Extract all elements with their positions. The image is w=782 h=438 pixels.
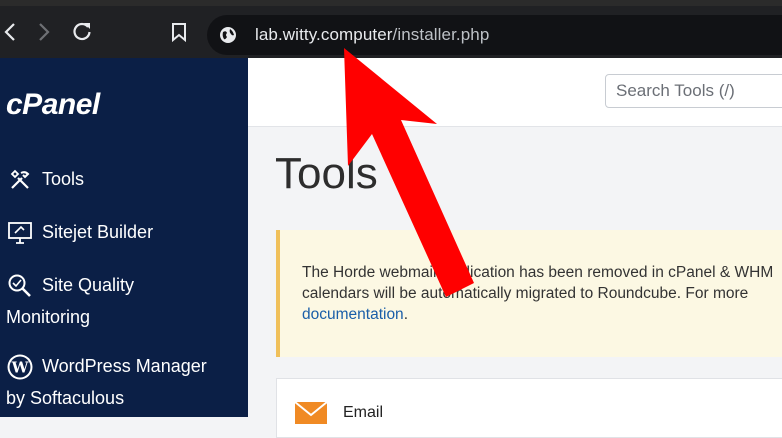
url-path: /installer.php	[392, 25, 490, 44]
sidebar: cPanel Tools Sitejet Builder Site Qualit…	[0, 58, 248, 417]
top-bar	[248, 58, 782, 127]
sidebar-item-label: Site Quality	[42, 275, 135, 295]
browser-toolbar: lab.witty.computer/installer.php	[0, 0, 782, 58]
notice-line-2: calendars will be automatically migrated…	[302, 285, 749, 302]
bookmark-button[interactable]	[167, 20, 191, 44]
site-quality-icon	[6, 272, 34, 300]
documentation-link[interactable]: documentation	[302, 306, 404, 323]
search-input[interactable]	[606, 75, 782, 107]
forward-arrow-icon	[39, 23, 50, 41]
notice-period: .	[403, 306, 408, 323]
url-host: lab.witty.computer	[255, 25, 393, 44]
address-bar[interactable]: lab.witty.computer/installer.php	[207, 15, 782, 55]
url-text: lab.witty.computer/installer.php	[255, 25, 489, 45]
page-title: Tools	[275, 149, 378, 198]
notice-text: The Horde webmail application has been r…	[302, 262, 782, 325]
sidebar-item-label-line2: by Softaculous	[6, 388, 125, 408]
reload-button[interactable]	[70, 20, 94, 44]
email-section-title: Email	[343, 404, 384, 421]
sidebar-item-site-quality[interactable]: Site Quality Monitoring	[6, 272, 134, 327]
cpanel-logo[interactable]: cPanel	[6, 88, 100, 122]
sidebar-item-wordpress[interactable]: W WordPress Manager by Softaculous	[6, 353, 207, 408]
forward-button[interactable]	[32, 20, 56, 44]
sidebar-item-label: WordPress Manager	[42, 356, 207, 376]
site-info-icon[interactable]	[219, 26, 237, 49]
email-section[interactable]: Email	[276, 378, 782, 438]
svg-text:W: W	[11, 359, 30, 377]
sidebar-item-label: Tools	[42, 169, 85, 189]
notice-line-1: The Horde webmail application has been r…	[302, 264, 774, 281]
sitejet-icon	[6, 219, 34, 247]
sidebar-item-sitejet[interactable]: Sitejet Builder	[6, 219, 153, 250]
sidebar-item-label: Sitejet Builder	[42, 222, 154, 242]
email-icon	[294, 399, 328, 430]
search-tools-field[interactable]	[605, 74, 782, 108]
bookmark-icon	[172, 23, 186, 42]
tools-icon	[6, 166, 34, 194]
wordpress-icon: W	[6, 353, 34, 381]
horde-removal-notice: The Horde webmail application has been r…	[276, 230, 782, 357]
back-button[interactable]	[0, 20, 22, 44]
back-arrow-icon	[4, 23, 15, 41]
sidebar-item-tools[interactable]: Tools	[6, 166, 84, 197]
reload-icon	[73, 22, 91, 41]
main-content: Tools The Horde webmail application has …	[248, 58, 782, 438]
sidebar-item-label-line2: Monitoring	[6, 307, 91, 327]
